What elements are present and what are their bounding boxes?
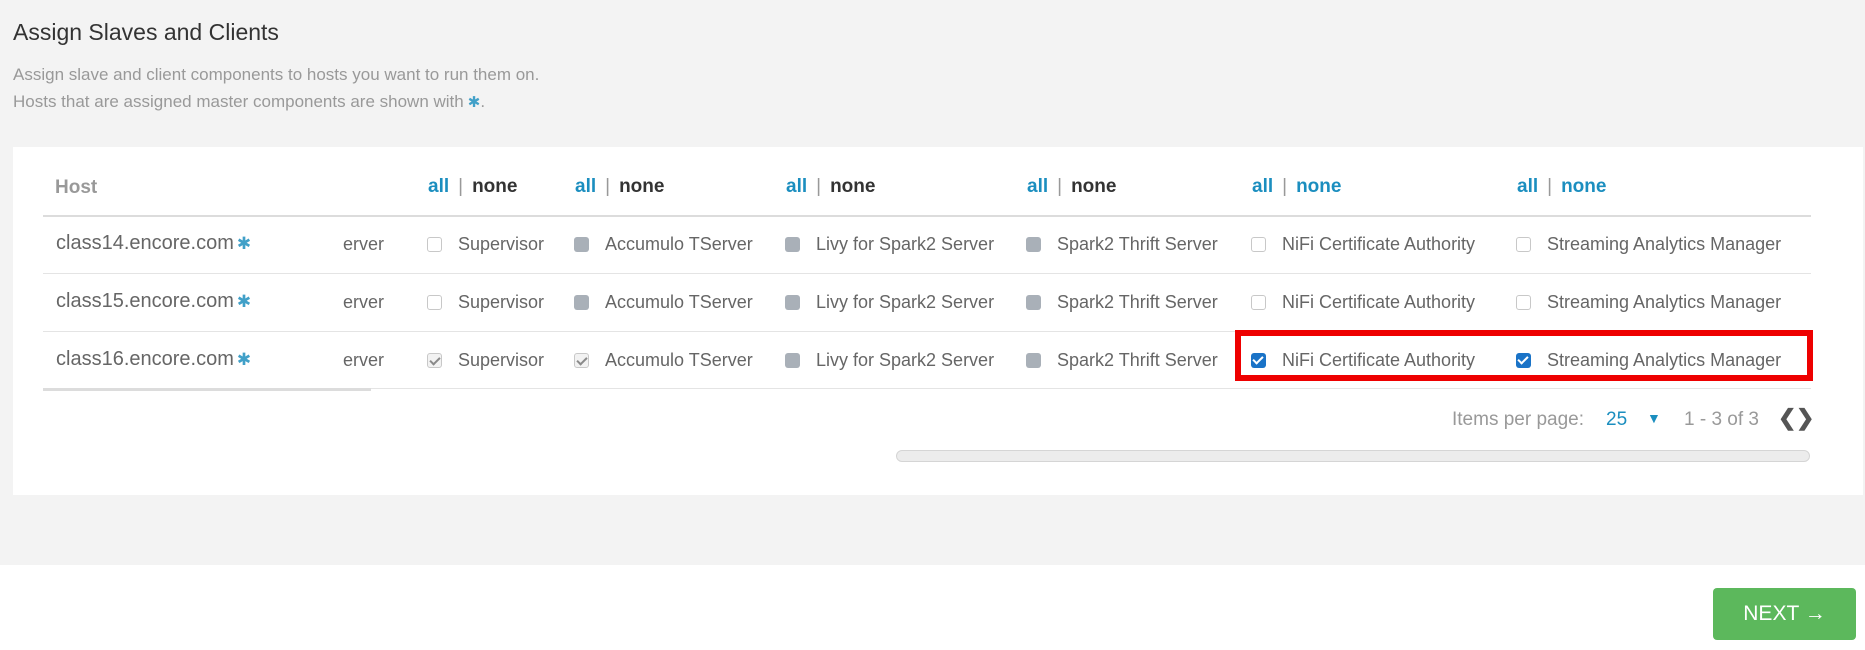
- checkbox-supervisor[interactable]: [427, 237, 442, 252]
- checkbox-label: NiFi Certificate Authority: [1282, 234, 1476, 254]
- select-none-link[interactable]: none: [472, 176, 517, 197]
- column-header-livy-spark2: all | none: [786, 176, 876, 197]
- checkbox-livy-spark2: [785, 295, 800, 310]
- checkbox-label: Spark2 Thrift Server: [1057, 234, 1218, 254]
- select-all-link[interactable]: all: [428, 176, 449, 197]
- horizontal-scrollbar[interactable]: [896, 450, 1810, 462]
- checkbox-spark2-thrift: [1026, 353, 1041, 368]
- checkbox-livy-spark2: [785, 353, 800, 368]
- truncated-column-label: erver: [343, 234, 385, 254]
- checkbox-label: Spark2 Thrift Server: [1057, 292, 1218, 312]
- checkbox-label: Livy for Spark2 Server: [816, 292, 995, 312]
- checkbox-accumulo-tserver: [574, 295, 589, 310]
- checkbox-supervisor[interactable]: [427, 353, 442, 368]
- truncated-column-label: erver: [343, 350, 385, 370]
- checkbox-supervisor[interactable]: [427, 295, 442, 310]
- checkbox-accumulo-tserver[interactable]: [574, 353, 589, 368]
- page-description: Assign slave and client components to ho…: [13, 65, 540, 84]
- row-divider: [43, 273, 1811, 274]
- column-header-spark2-thrift: all | none: [1027, 176, 1117, 197]
- column-header-nifi-ca: all | none: [1252, 176, 1342, 197]
- select-all-link[interactable]: all: [1252, 176, 1273, 197]
- column-header-streaming-analytics: all | none: [1517, 176, 1607, 197]
- master-component-star-icon: ✱: [467, 94, 481, 111]
- checkbox-label: Streaming Analytics Manager: [1547, 234, 1782, 254]
- truncated-column-label: erver: [343, 292, 385, 312]
- host-name: class16.encore.com ✱: [56, 348, 252, 370]
- items-per-page-select[interactable]: 25: [1606, 409, 1627, 431]
- master-component-star-icon: ✱: [236, 292, 252, 311]
- checkbox-label: Streaming Analytics Manager: [1547, 292, 1782, 312]
- next-button[interactable]: NEXT →: [1713, 588, 1856, 640]
- checkbox-label: Accumulo TServer: [605, 350, 753, 370]
- checkbox-spark2-thrift: [1026, 237, 1041, 252]
- checkbox-label: Supervisor: [458, 234, 545, 254]
- column-header-supervisor: all | none: [428, 176, 518, 197]
- checkbox-nifi-ca[interactable]: [1251, 237, 1266, 252]
- assign-table-panel: [13, 147, 1863, 495]
- checkbox-label: Accumulo TServer: [605, 292, 753, 312]
- checkbox-label: Livy for Spark2 Server: [816, 350, 995, 370]
- select-all-link[interactable]: all: [1027, 176, 1048, 197]
- host-column-bottom-shadow: [43, 388, 371, 391]
- checkbox-label: Supervisor: [458, 292, 545, 312]
- checkbox-label: Livy for Spark2 Server: [816, 234, 995, 254]
- checkbox-streaming-analytics[interactable]: [1516, 237, 1531, 252]
- host-name: class15.encore.com ✱: [56, 290, 252, 312]
- master-component-star-icon: ✱: [236, 350, 252, 369]
- master-component-star-icon: ✱: [236, 234, 252, 253]
- select-all-link[interactable]: all: [786, 176, 807, 197]
- host-name: class14.encore.com ✱: [56, 232, 252, 254]
- checkbox-label: Spark2 Thrift Server: [1057, 350, 1218, 370]
- checkbox-nifi-ca[interactable]: [1251, 295, 1266, 310]
- checkbox-accumulo-tserver: [574, 237, 589, 252]
- select-all-link[interactable]: all: [575, 176, 596, 197]
- select-none-link[interactable]: none: [1071, 176, 1116, 197]
- select-none-link[interactable]: none: [619, 176, 664, 197]
- chevron-down-icon[interactable]: ▼: [1647, 410, 1661, 426]
- checkbox-label: NiFi Certificate Authority: [1282, 292, 1476, 312]
- chevron-left-icon[interactable]: ❮: [1778, 405, 1796, 431]
- checkbox-spark2-thrift: [1026, 295, 1041, 310]
- chevron-right-icon[interactable]: ❯: [1796, 405, 1814, 431]
- host-column-header: Host: [55, 177, 98, 198]
- pagination-range: 1 - 3 of 3: [1684, 409, 1759, 430]
- checkbox-label: Supervisor: [458, 350, 545, 370]
- checkbox-streaming-analytics[interactable]: [1516, 295, 1531, 310]
- select-none-link[interactable]: none: [1561, 176, 1606, 197]
- select-none-link[interactable]: none: [1296, 176, 1341, 197]
- checkbox-label: Accumulo TServer: [605, 234, 753, 254]
- header-divider: [43, 215, 1811, 217]
- column-header-accumulo-tserver: all | none: [575, 176, 665, 197]
- page-title: Assign Slaves and Clients: [13, 19, 279, 45]
- select-none-link[interactable]: none: [830, 176, 875, 197]
- items-per-page-label: Items per page:: [1452, 409, 1585, 430]
- highlight-annotation-box: [1235, 330, 1813, 381]
- page-description-master-note: Hosts that are assigned master component…: [13, 92, 486, 111]
- checkbox-livy-spark2: [785, 237, 800, 252]
- select-all-link[interactable]: all: [1517, 176, 1538, 197]
